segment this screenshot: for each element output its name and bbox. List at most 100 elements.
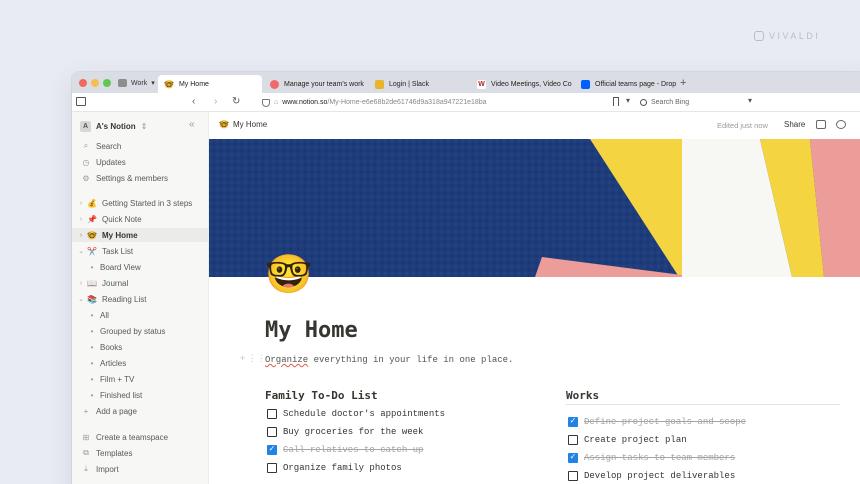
nerd-face-icon: 🤓	[87, 230, 97, 240]
sidebar-item-task-list[interactable]: ⌄ ✂️ Task List	[72, 244, 208, 258]
add-page-button[interactable]: + Add a page	[72, 404, 208, 418]
money-bag-icon: 💰	[87, 198, 97, 208]
tab-slack[interactable]: Login | Slack	[369, 75, 469, 93]
sidebar-item-label: Board View	[100, 262, 141, 272]
shield-icon	[262, 98, 270, 107]
todo-item[interactable]: Organize family photos	[267, 463, 402, 473]
sidebar-item-finished-list[interactable]: • Finished list	[72, 388, 208, 402]
pushpin-icon: 📌	[87, 214, 97, 224]
sidebar-item-board-view[interactable]: • Board View	[72, 260, 208, 274]
sidebar-item-label: Getting Started in 3 steps	[102, 198, 193, 208]
search-icon	[640, 99, 647, 106]
checkbox[interactable]	[568, 435, 578, 445]
chevron-right-icon[interactable]: ›	[76, 216, 86, 223]
url-field[interactable]: ⌂ www.notion.so/My-Home-e6e68b2de61746d9…	[262, 96, 628, 109]
plus-icon: +	[83, 406, 89, 416]
sidebar-item-books[interactable]: • Books	[72, 340, 208, 354]
gear-icon: ⚙	[82, 173, 90, 183]
workspace-menu[interactable]: A A's Notion ⇕	[80, 121, 147, 132]
breadcrumb[interactable]: 🤓 My Home	[219, 120, 267, 129]
todo-item[interactable]: Create project plan	[568, 435, 687, 445]
forward-button[interactable]: ›	[214, 96, 217, 108]
todo-text: Define project goals and scope	[584, 417, 747, 427]
page-description[interactable]: Organize everything in your life in one …	[265, 355, 513, 365]
books-icon: 📚	[87, 294, 97, 304]
sidebar-item-getting-started[interactable]: › 💰 Getting Started in 3 steps	[72, 196, 208, 210]
checkbox[interactable]	[267, 409, 277, 419]
checkbox[interactable]	[267, 427, 277, 437]
sidebar-item-film-tv[interactable]: • Film + TV	[72, 372, 208, 386]
new-tab-button[interactable]: +	[680, 77, 686, 89]
edited-status: Edited just now	[717, 121, 768, 130]
sidebar-item-label: Settings & members	[96, 173, 169, 183]
sidebar-item-label: Articles	[100, 358, 127, 368]
sidebar-item-journal[interactable]: › 📖 Journal	[72, 276, 208, 290]
tab-my-home[interactable]: 🤓 My Home	[158, 75, 262, 93]
panel-toggle-icon[interactable]	[76, 97, 86, 106]
bullet-icon: •	[90, 390, 94, 400]
todo-item[interactable]: Schedule doctor's appointments	[267, 409, 445, 419]
sidebar-item-my-home[interactable]: › 🤓 My Home	[72, 228, 208, 242]
page-content: My Home + ⋮⋮ Organize everything in your…	[209, 277, 860, 484]
checkbox[interactable]	[568, 471, 578, 481]
maximize-window-button[interactable]	[103, 79, 111, 87]
search-icon: ⌕	[83, 141, 89, 150]
sidebar-item-settings[interactable]: ⚙ Settings & members	[72, 171, 208, 185]
comment-icon[interactable]	[816, 120, 826, 129]
chevron-down-icon[interactable]: ⌄	[76, 295, 86, 303]
bullet-icon: •	[90, 358, 94, 368]
chevron-right-icon[interactable]: ›	[76, 200, 86, 207]
sidebar-item-label: Search	[96, 141, 122, 151]
close-window-button[interactable]	[79, 79, 87, 87]
sidebar-item-search[interactable]: ⌕ Search	[72, 139, 208, 153]
sidebar-item-updates[interactable]: ◷ Updates	[72, 155, 208, 169]
todo-item[interactable]: ✓ Call relatives to catch up	[267, 445, 423, 455]
import-icon: ⤓	[84, 464, 88, 473]
reload-button[interactable]: ↻	[232, 96, 240, 108]
search-field[interactable]: Search Bing	[640, 96, 758, 109]
chevron-down-icon[interactable]: ▾	[626, 96, 630, 105]
sidebar-item-articles[interactable]: • Articles	[72, 356, 208, 370]
sidebar-item-reading-list[interactable]: ⌄ 📚 Reading List	[72, 292, 208, 306]
todo-item[interactable]: Buy groceries for the week	[267, 427, 423, 437]
sidebar-item-all[interactable]: • All	[72, 308, 208, 322]
collapse-sidebar-icon[interactable]: «	[189, 119, 194, 130]
tab-asana[interactable]: Manage your team's work	[264, 75, 367, 93]
share-button[interactable]: Share	[784, 120, 805, 129]
checkbox[interactable]	[267, 463, 277, 473]
sidebar-item-label: Journal	[102, 278, 129, 288]
page-title[interactable]: My Home	[265, 318, 358, 343]
checkbox-checked[interactable]: ✓	[568, 453, 578, 463]
back-button[interactable]: ‹	[192, 96, 195, 108]
divider	[566, 404, 840, 405]
chevron-right-icon[interactable]: ›	[76, 280, 86, 287]
tab-label: Manage your team's work	[284, 80, 364, 88]
chevron-right-icon[interactable]: ›	[76, 232, 86, 239]
tab-video-meetings[interactable]: W Video Meetings, Video Co	[471, 75, 573, 93]
sidebar-item-grouped-by-status[interactable]: • Grouped by status	[72, 324, 208, 338]
chevron-down-icon[interactable]: ⌄	[76, 247, 86, 255]
workspace-label: Work	[131, 79, 148, 87]
block-handle-icon[interactable]: + ⋮⋮	[240, 353, 266, 364]
sidebar-item-quick-note[interactable]: › 📌 Quick Note	[72, 212, 208, 226]
todo-item[interactable]: ✓ Assign tasks to team members	[568, 453, 735, 463]
chevron-down-icon[interactable]: ▾	[748, 96, 752, 105]
address-bar: ‹ › ↻ ⌂ www.notion.so/My-Home-e6e68b2de6…	[72, 93, 860, 112]
history-icon[interactable]	[836, 120, 846, 129]
sidebar-item-import[interactable]: ⤓ Import	[72, 462, 208, 476]
minimize-window-button[interactable]	[91, 79, 99, 87]
checkbox-checked[interactable]: ✓	[267, 445, 277, 455]
sidebar-item-templates[interactable]: ⧉ Templates	[72, 446, 208, 460]
todo-item[interactable]: ✓ Define project goals and scope	[568, 417, 746, 427]
browser-window: Work ▾ 🤓 My Home Manage your team's work…	[72, 72, 860, 484]
bookmark-icon[interactable]	[613, 97, 619, 106]
sidebar-item-label: Film + TV	[100, 374, 135, 384]
sidebar-item-create-teamspace[interactable]: ⊞ Create a teamspace	[72, 430, 208, 444]
todo-text: Schedule doctor's appointments	[283, 409, 446, 419]
chevron-up-down-icon: ⇕	[140, 122, 148, 131]
todo-item[interactable]: Develop project deliverables	[568, 471, 735, 481]
workspace-switcher[interactable]: Work ▾	[118, 77, 155, 89]
checkbox-checked[interactable]: ✓	[568, 417, 578, 427]
sidebar-item-label: Add a page	[96, 406, 137, 416]
tab-dropbox[interactable]: Official teams page - Drop	[575, 75, 677, 93]
